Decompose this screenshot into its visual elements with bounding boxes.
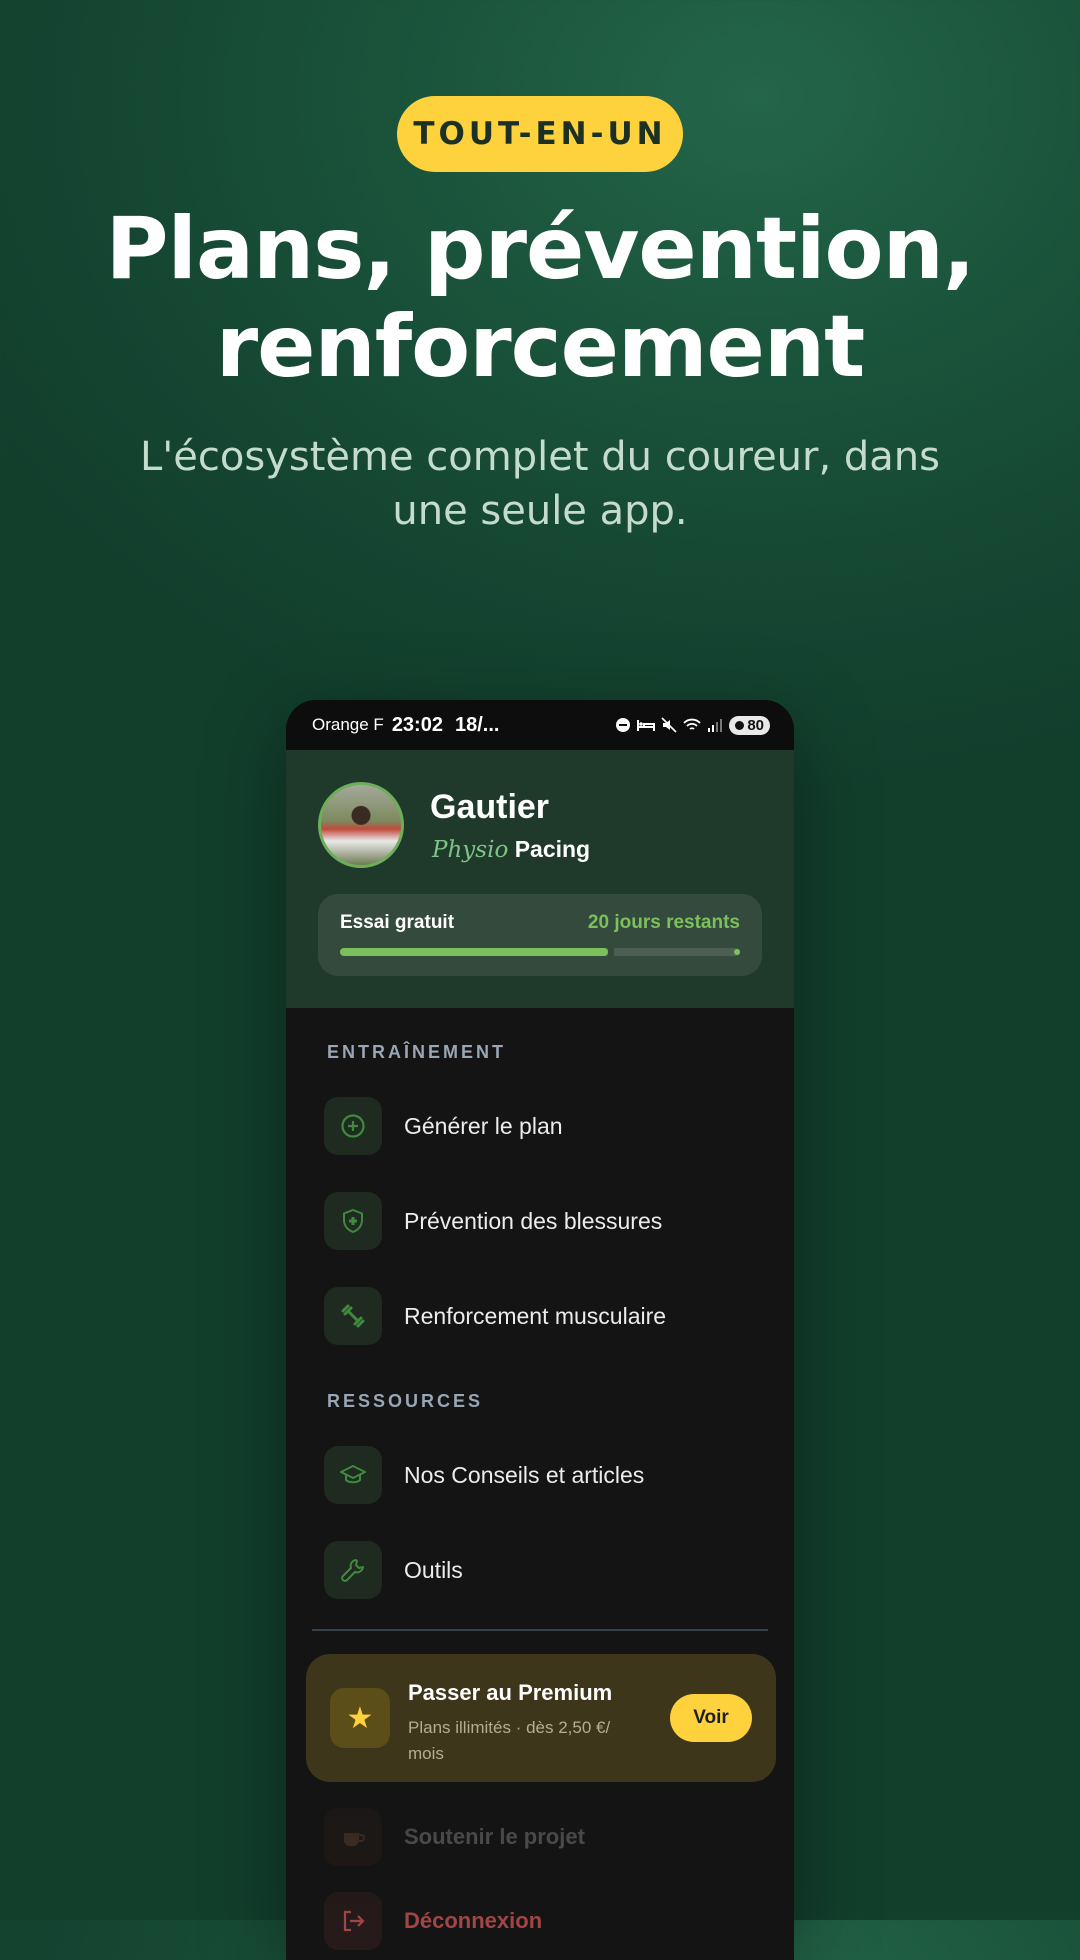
logout-icon	[324, 1892, 382, 1950]
mute-icon	[661, 717, 677, 733]
hero-headline-line1: Plans, prévention,	[105, 199, 975, 299]
menu-item-generate-plan[interactable]: Générer le plan	[324, 1096, 764, 1156]
dumbbell-icon	[324, 1287, 382, 1345]
status-icons: 80	[615, 715, 770, 735]
date-label: 18/...	[454, 713, 500, 736]
menu-divider	[312, 1629, 768, 1631]
premium-voir-button[interactable]: Voir	[670, 1694, 752, 1742]
wrench-icon	[324, 1541, 382, 1599]
status-bar: Orange F 23:02 18/... 80	[286, 700, 794, 750]
phone-mockup: Orange F 23:02 18/... 80 Gautier Physio …	[286, 700, 794, 1960]
trial-progress-fill	[340, 948, 608, 956]
plus-circle-icon	[324, 1097, 382, 1155]
trial-progress-end-dot	[734, 949, 740, 955]
star-icon: ★	[330, 1688, 390, 1748]
bed-icon	[637, 720, 656, 731]
menu-item-articles[interactable]: Nos Conseils et articles	[324, 1445, 764, 1505]
do-not-disturb-icon	[616, 718, 631, 732]
brand-part2: Pacing	[514, 836, 591, 862]
battery-dot-icon	[735, 720, 745, 730]
hero-headline: Plans, prévention, renforcement	[0, 200, 1080, 396]
carrier-label: Orange F	[312, 715, 384, 734]
signal-icon	[708, 719, 723, 732]
wifi-icon	[683, 718, 701, 730]
trial-label: Essai gratuit	[340, 912, 455, 933]
premium-title: Passer au Premium	[408, 1680, 613, 1705]
menu-item-tools[interactable]: Outils	[324, 1540, 764, 1600]
menu-item-logout[interactable]: Déconnexion	[324, 1892, 542, 1950]
trial-card[interactable]: Essai gratuit 20 jours restants	[318, 894, 762, 976]
trial-progress-separator	[608, 946, 614, 958]
menu-item-strength[interactable]: Renforcement musculaire	[324, 1286, 764, 1346]
clock: 23:02	[391, 713, 443, 736]
hero-subtitle: L'écosystème complet du coureur, dans un…	[140, 434, 940, 534]
premium-card[interactable]: ★ Passer au Premium Plans illimités · dè…	[306, 1654, 776, 1782]
profile-header: Gautier Physio Pacing Essai gratuit 20 j…	[286, 750, 794, 1008]
shield-plus-icon	[324, 1192, 382, 1250]
menu-item-label: Renforcement musculaire	[404, 1302, 667, 1329]
brand-part1: Physio	[432, 837, 509, 863]
battery-level: 80	[747, 716, 764, 734]
menu-item-label: Prévention des blessures	[404, 1207, 663, 1234]
menu-item-label: Déconnexion	[404, 1908, 543, 1933]
brand-logo: Physio Pacing	[432, 836, 590, 863]
avatar[interactable]	[318, 782, 404, 868]
hero-headline-line2: renforcement	[215, 297, 865, 397]
hero-badge: TOUT-EN-UN	[397, 96, 683, 172]
menu-item-label: Soutenir le projet	[404, 1824, 585, 1849]
section-training: ENTRAÎNEMENT	[327, 1042, 506, 1062]
graduation-cap-icon	[324, 1446, 382, 1504]
menu-item-support[interactable]: Soutenir le projet	[324, 1808, 585, 1866]
menu-item-injury-prevention[interactable]: Prévention des blessures	[324, 1191, 764, 1251]
trial-remaining: 20 jours restants	[587, 912, 740, 933]
premium-subtitle: Plans illimités · dès 2,50 €/ mois	[408, 1718, 611, 1763]
coffee-icon	[324, 1808, 382, 1866]
user-name: Gautier	[430, 788, 550, 826]
battery-indicator: 80	[729, 715, 770, 735]
menu-item-label: Nos Conseils et articles	[404, 1461, 645, 1488]
menu-item-label: Générer le plan	[404, 1112, 563, 1139]
menu-item-label: Outils	[404, 1556, 463, 1583]
trial-progress-bar	[340, 946, 740, 958]
section-resources: RESSOURCES	[327, 1391, 484, 1411]
